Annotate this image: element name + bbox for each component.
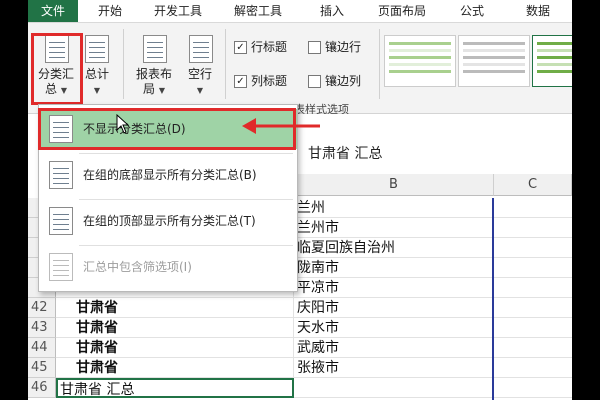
ribbon-panel: 分类汇 总 ▼ 总计 ▼ 报表布 局 ▼ 空行 ▼ ✓ 行标题 镶边行 ✓ 列标…	[28, 23, 572, 116]
checkbox-box	[308, 41, 321, 54]
cell-a[interactable]: 甘肃省	[56, 358, 294, 378]
column-headers-checkbox[interactable]: ✓ 列标题	[234, 73, 304, 89]
cell-a[interactable]: 甘肃省	[56, 338, 294, 358]
cell-c[interactable]	[494, 278, 572, 298]
tab-data[interactable]: 数据	[518, 0, 558, 22]
tab-formulas[interactable]: 公式	[452, 0, 492, 22]
ribbon-separator	[379, 29, 380, 99]
menu-separator	[79, 153, 293, 154]
cell-a-selected[interactable]: 甘肃省 汇总	[56, 378, 294, 398]
cell-b[interactable]: 兰州市	[294, 218, 494, 238]
formula-bar-value[interactable]: 甘肃省 汇总	[294, 140, 572, 168]
cell-b[interactable]: 兰州	[294, 198, 494, 218]
menu-item-show-subtotals-top[interactable]: 在组的顶部显示所有分类汇总(T)	[39, 201, 297, 241]
table-row: 45 甘肃省 张掖市	[28, 358, 572, 378]
cell-c[interactable]	[494, 318, 572, 338]
menu-item-include-filtered-items[interactable]: 汇总中包含筛选项(I)	[39, 247, 297, 287]
tab-decrypt-tools[interactable]: 解密工具	[226, 0, 290, 22]
pivot-style-swatch[interactable]	[532, 35, 572, 87]
grand-totals-label: 总计	[84, 67, 109, 81]
cell-b[interactable]	[294, 378, 494, 398]
excel-window: 文件 开始 开发工具 解密工具 插入 页面布局 公式 数据 分类汇 总 ▼ 总计…	[28, 0, 572, 400]
tab-file[interactable]: 文件	[28, 0, 78, 22]
row-headers-checkbox[interactable]: ✓ 行标题	[234, 39, 304, 55]
banded-columns-label: 镶边列	[325, 74, 362, 88]
table-row: 42 甘肃省 庆阳市	[28, 298, 572, 318]
cell-a[interactable]: 甘肃省	[56, 298, 294, 318]
report-layout-label-2: 局	[143, 82, 156, 96]
banded-rows-checkbox[interactable]: 镶边行	[308, 39, 378, 55]
chevron-down-icon: ▼	[196, 86, 204, 95]
grand-totals-button[interactable]: 总计 ▼	[82, 35, 112, 99]
checkbox-box	[308, 75, 321, 88]
grand-totals-icon	[85, 35, 109, 63]
tab-page-layout[interactable]: 页面布局	[370, 0, 434, 22]
banded-columns-checkbox[interactable]: 镶边列	[308, 73, 378, 89]
table-row: 43 甘肃省 天水市	[28, 318, 572, 338]
subtotals-top-icon	[49, 207, 73, 235]
row-number[interactable]: 44	[28, 338, 56, 358]
cell-b[interactable]: 庆阳市	[294, 298, 494, 318]
menu-item-show-subtotals-bottom[interactable]: 在组的底部显示所有分类汇总(B)	[39, 155, 297, 195]
subtotals-highlight-box	[31, 33, 83, 105]
pivot-style-swatch[interactable]	[458, 35, 530, 87]
cell-c[interactable]	[494, 358, 572, 378]
report-layout-button[interactable]: 报表布 局 ▼	[132, 35, 176, 99]
column-headers-label: 列标题	[251, 74, 288, 88]
cell-b[interactable]: 平凉市	[294, 278, 494, 298]
cell-c[interactable]	[494, 218, 572, 238]
filter-icon	[49, 253, 73, 281]
cell-c[interactable]	[494, 378, 572, 398]
report-layout-icon	[143, 35, 167, 63]
menu-separator	[79, 245, 293, 246]
column-header-c[interactable]: C	[494, 174, 572, 196]
tab-developer[interactable]: 开发工具	[146, 0, 210, 22]
cell-b[interactable]: 陇南市	[294, 258, 494, 278]
row-number[interactable]: 46	[28, 378, 56, 398]
cell-c[interactable]	[494, 198, 572, 218]
column-header-b[interactable]: B	[294, 174, 494, 196]
cell-b[interactable]: 张掖市	[294, 358, 494, 378]
cell-a[interactable]: 甘肃省	[56, 318, 294, 338]
cell-b[interactable]: 临夏回族自治州	[294, 238, 494, 258]
table-row: 44 甘肃省 武威市	[28, 338, 572, 358]
tab-home[interactable]: 开始	[90, 0, 130, 22]
red-arrow-icon	[242, 118, 320, 134]
cell-c[interactable]	[494, 238, 572, 258]
chevron-down-icon: ▼	[158, 86, 165, 95]
tab-insert[interactable]: 插入	[312, 0, 352, 22]
cell-c[interactable]	[494, 338, 572, 358]
checkbox-box: ✓	[234, 75, 247, 88]
menu-separator	[79, 199, 293, 200]
table-row: 46 甘肃省 汇总	[28, 378, 572, 398]
row-headers-label: 行标题	[251, 40, 288, 54]
ribbon-separator	[123, 29, 124, 99]
cell-b[interactable]: 武威市	[294, 338, 494, 358]
pivot-style-swatch[interactable]	[384, 35, 456, 87]
chevron-down-icon: ▼	[93, 86, 101, 95]
mouse-cursor-icon	[116, 114, 130, 134]
cell-b[interactable]: 天水市	[294, 318, 494, 338]
menu-item-label: 在组的底部显示所有分类汇总(B)	[83, 168, 257, 182]
cell-c[interactable]	[494, 258, 572, 278]
blank-rows-icon	[189, 35, 213, 63]
blank-rows-button[interactable]: 空行 ▼	[182, 35, 218, 99]
menu-item-label: 在组的顶部显示所有分类汇总(T)	[83, 214, 256, 228]
pivot-styles-gallery	[384, 35, 572, 87]
row-number[interactable]: 43	[28, 318, 56, 338]
ribbon-tab-bar: 文件 开始 开发工具 解密工具 插入 页面布局 公式 数据	[28, 0, 572, 23]
menu-item-label: 汇总中包含筛选项(I)	[83, 260, 192, 274]
report-layout-label-1: 报表布	[135, 67, 172, 81]
blank-rows-label: 空行	[187, 67, 212, 81]
row-number[interactable]: 42	[28, 298, 56, 318]
ribbon-separator	[225, 29, 226, 99]
row-number[interactable]: 45	[28, 358, 56, 378]
banded-rows-label: 镶边行	[325, 40, 362, 54]
subtotals-bottom-icon	[49, 161, 73, 189]
checkbox-box: ✓	[234, 41, 247, 54]
cell-c[interactable]	[494, 298, 572, 318]
page-break-line	[492, 198, 494, 400]
